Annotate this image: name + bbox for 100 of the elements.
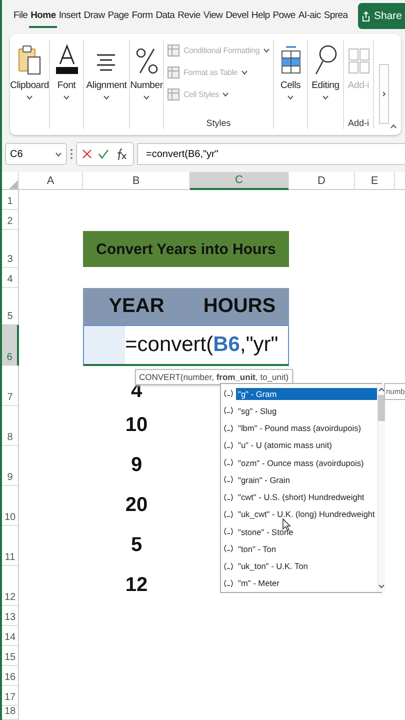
title-banner: Convert Years into Hours — [83, 231, 289, 267]
column-header[interactable]: D — [289, 172, 355, 190]
share-button[interactable]: Share — [358, 3, 405, 29]
conditional-formatting-icon — [167, 44, 180, 57]
font-color-icon — [54, 44, 80, 76]
formula-input[interactable]: =convert(B6,"yr" — [137, 143, 405, 165]
row-header[interactable]: 9 — [2, 446, 19, 486]
row-header[interactable]: 1 — [2, 190, 19, 210]
add-ins-icon — [346, 46, 370, 76]
more-options-icon[interactable] — [70, 148, 73, 160]
autocomplete-item[interactable]: "stone" - Stone — [221, 523, 377, 540]
row-header[interactable]: 2 — [2, 210, 19, 230]
function-icon — [223, 389, 234, 398]
ribbon-tab[interactable]: AI-aic — [296, 4, 322, 28]
ribbon-tab[interactable]: Form — [130, 4, 154, 28]
ribbon-tab[interactable]: Help — [250, 4, 272, 28]
column-header[interactable]: C — [190, 172, 289, 190]
function-icon — [223, 475, 234, 484]
row-header[interactable]: 17 — [2, 686, 19, 706]
scrollbar[interactable] — [376, 384, 385, 592]
column-heading: YEAR — [83, 288, 190, 325]
ribbon-tab[interactable]: Draw — [82, 4, 106, 28]
insert-function-icon[interactable] — [115, 148, 128, 160]
ribbon-tab[interactable]: Devel — [224, 4, 250, 28]
autocomplete-item[interactable]: "uk_cwt" - U.K. (long) Hundredweight — [221, 506, 377, 523]
function-icon — [223, 458, 234, 468]
percent-icon — [134, 46, 158, 76]
autocomplete-item[interactable]: "grain" - Grain — [221, 471, 377, 488]
ribbon-button[interactable]: Alignment — [86, 42, 127, 116]
caret-icon — [26, 95, 33, 100]
search-icon — [314, 44, 338, 76]
caret-icon — [262, 48, 270, 53]
ribbon-button[interactable]: Cells — [278, 42, 302, 116]
cells-icon — [278, 46, 302, 76]
row-header[interactable]: 10 — [2, 486, 19, 526]
cell-editor[interactable]: =convert(B6,"yr" — [83, 325, 289, 366]
function-icon — [223, 406, 234, 416]
ribbon-tab[interactable]: Data — [154, 4, 176, 28]
scroll-up-icon[interactable] — [378, 387, 385, 393]
ribbon-button[interactable]: Font — [54, 42, 80, 116]
autocomplete-item[interactable]: "lbm" - Pound mass (avoirdupois) — [221, 420, 377, 437]
ribbon-button[interactable]: Number — [130, 42, 163, 116]
autocomplete-item[interactable]: "ton" - Ton — [221, 540, 377, 558]
ribbon-tab[interactable]: Insert — [57, 4, 82, 28]
clipboard-icon — [16, 44, 42, 76]
table-cell: 9 — [130, 454, 142, 477]
table-cell: 5 — [130, 534, 142, 557]
ribbon-tab[interactable]: Home — [29, 4, 58, 28]
ribbon-button[interactable]: Clipboard — [10, 42, 49, 116]
row-header[interactable]: 12 — [2, 566, 19, 606]
name-box[interactable]: C6 — [5, 143, 67, 165]
ribbon-tab[interactable]: Revie — [176, 4, 202, 28]
column-header[interactable]: E — [355, 172, 395, 190]
autocomplete-item[interactable]: "ozm" - Ounce mass (avoirdupois) — [221, 454, 377, 472]
row-header[interactable]: 13 — [2, 606, 19, 626]
row-header[interactable]: 5 — [2, 288, 19, 325]
collapse-ribbon-icon[interactable] — [390, 124, 397, 129]
row-header[interactable]: 3 — [2, 230, 19, 268]
scroll-thumb[interactable] — [378, 395, 385, 421]
function-icon — [223, 424, 234, 433]
column-header[interactable]: B — [83, 172, 190, 190]
ribbon-tab[interactable]: File — [12, 4, 30, 28]
scroll-down-icon[interactable] — [378, 583, 385, 589]
autocomplete-item[interactable]: "sg" - Slug — [221, 402, 377, 420]
autocomplete-item[interactable]: "m" - Meter — [221, 574, 377, 592]
ribbon-button[interactable]: Editing — [312, 42, 340, 116]
row-header[interactable]: 14 — [2, 626, 19, 646]
autocomplete-item[interactable]: "cwt" - U.S. (short) Hundredweight — [221, 488, 377, 506]
row-header[interactable]: 15 — [2, 646, 19, 666]
row-header[interactable]: 18 — [2, 706, 19, 720]
caret-icon — [102, 95, 110, 100]
table-cell: 10 — [125, 414, 148, 437]
caret-icon — [55, 152, 62, 156]
row-header[interactable]: 7 — [2, 366, 19, 406]
function-icon — [223, 562, 234, 571]
caret-icon — [287, 95, 294, 100]
share-icon — [360, 10, 371, 22]
caret-icon — [240, 70, 248, 75]
ribbon-tab[interactable]: View — [202, 4, 224, 28]
caret-icon — [63, 95, 70, 100]
ribbon-tab[interactable]: Powe — [271, 4, 297, 28]
caret-icon — [222, 92, 230, 97]
row-header[interactable]: 16 — [2, 666, 19, 686]
ribbon-tab[interactable]: Sprea — [322, 4, 350, 28]
row-header[interactable]: 8 — [2, 406, 19, 446]
autocomplete-item[interactable]: "u" - U (atomic mass unit) — [221, 436, 377, 454]
column-header[interactable]: A — [19, 172, 83, 190]
enter-check-icon[interactable] — [98, 149, 109, 159]
row-header[interactable]: 11 — [2, 526, 19, 566]
cancel-icon[interactable] — [82, 149, 92, 159]
row-header[interactable]: 4 — [2, 268, 19, 288]
function-icon — [223, 492, 234, 502]
function-icon — [223, 440, 234, 450]
chevron-right-icon — [382, 91, 386, 97]
row-header[interactable]: 6 — [2, 325, 19, 366]
autocomplete-item[interactable]: "uk_ton" - U.K. Ton — [221, 558, 377, 575]
function-tooltip: CONVERT(number, from_unit, to_unit) — [135, 369, 293, 385]
table-format-icon — [167, 66, 180, 79]
ribbon-tab[interactable]: Page — [106, 4, 130, 28]
table-cell: 20 — [125, 494, 148, 517]
